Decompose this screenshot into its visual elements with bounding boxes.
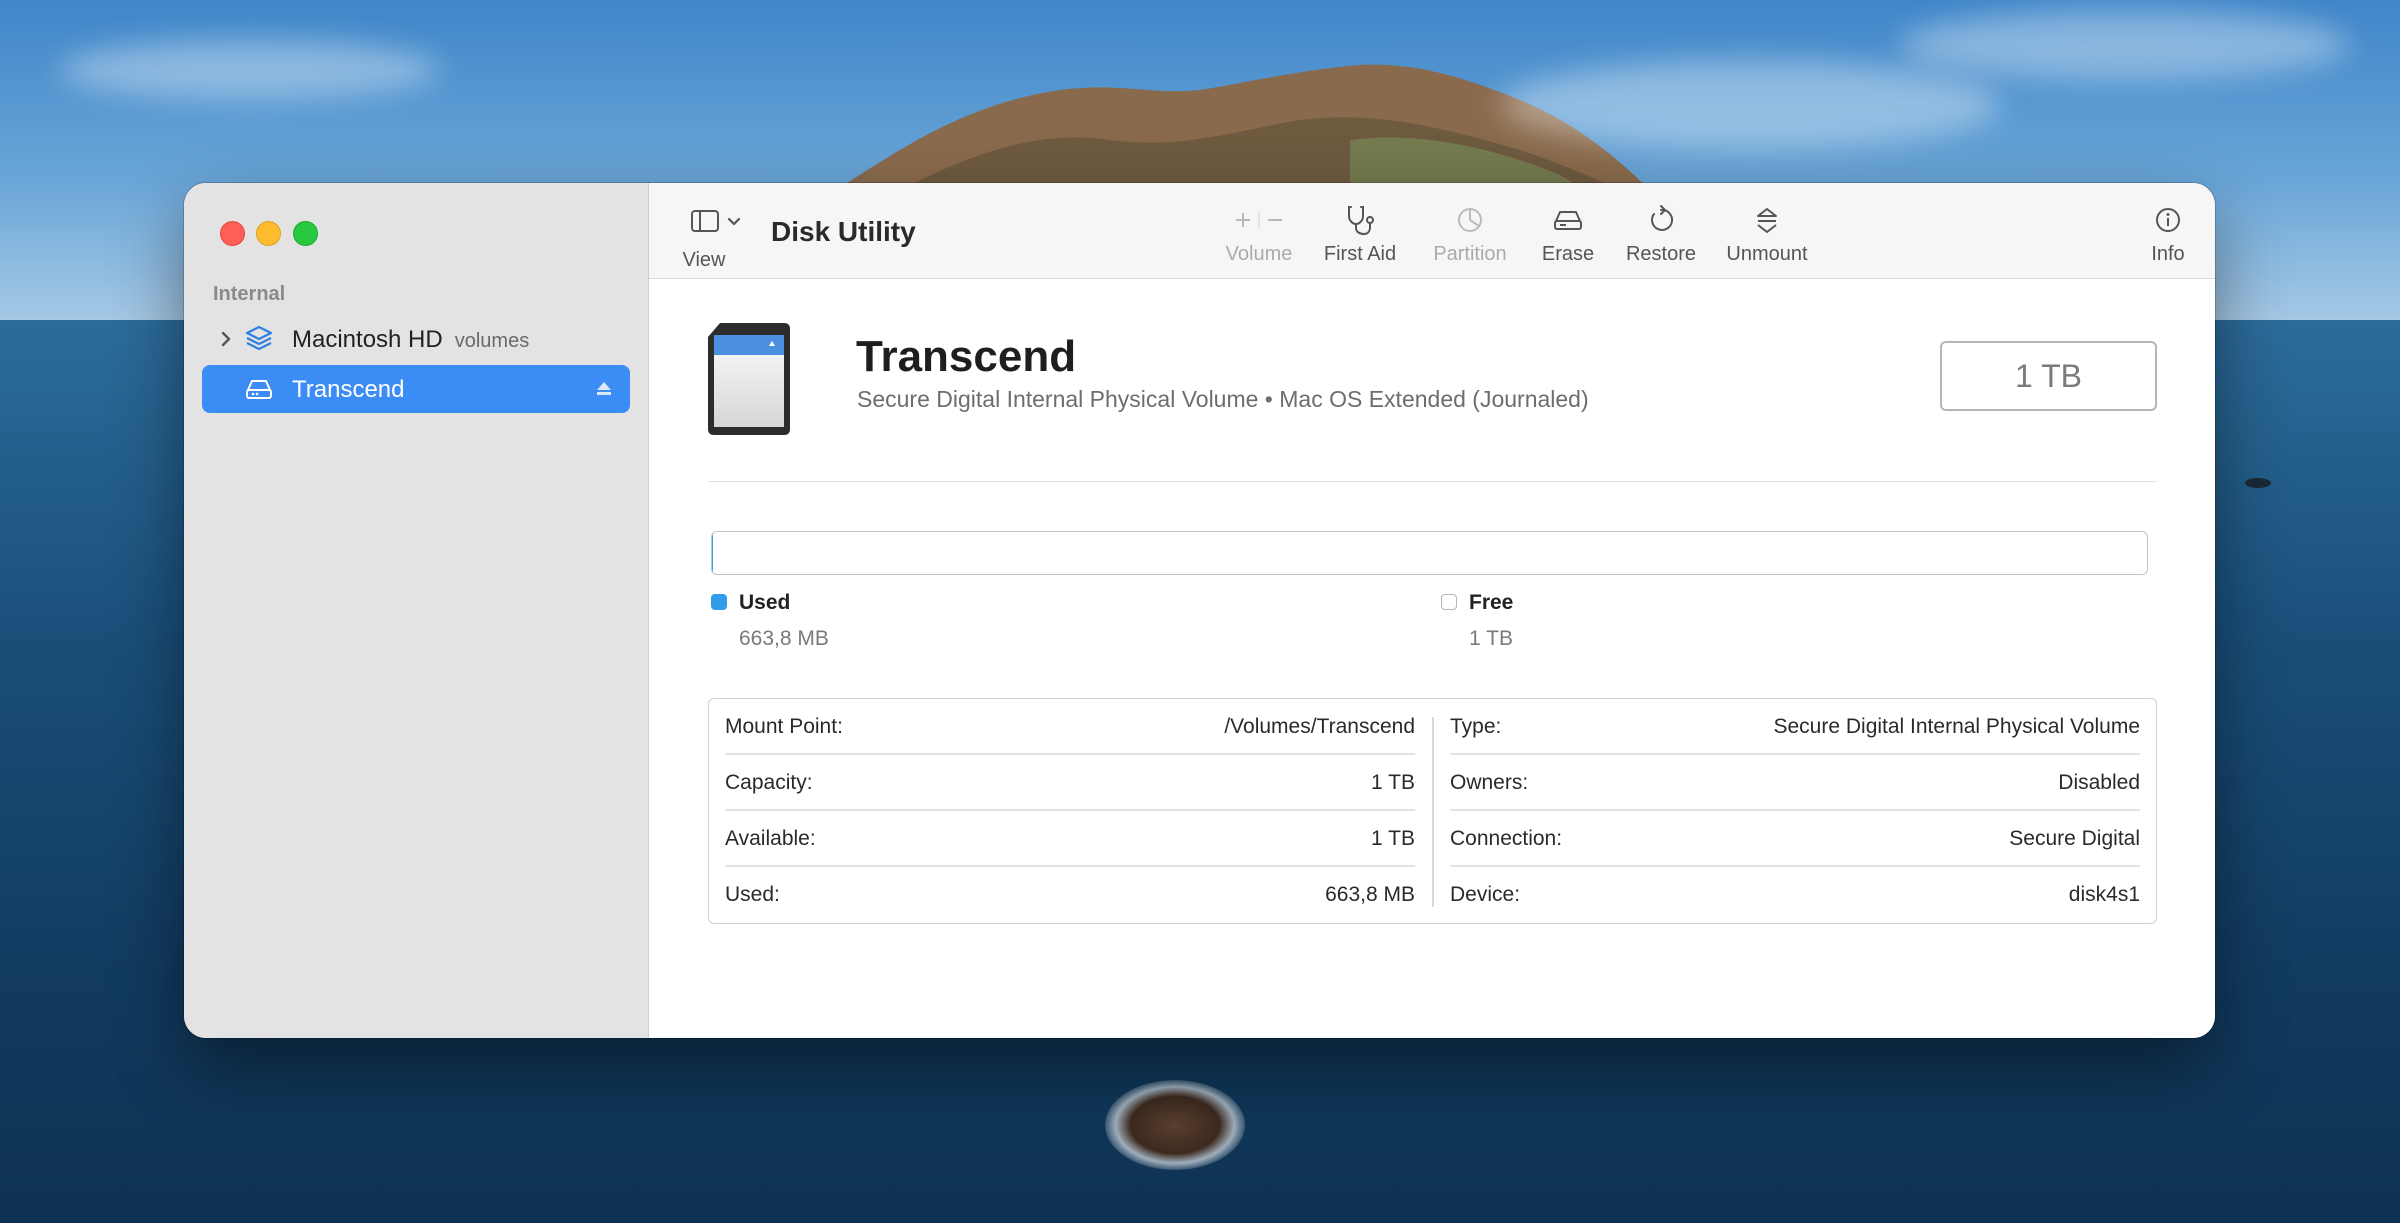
sidebar-item-macintosh-hd[interactable]: Macintosh HD volumes <box>202 315 630 363</box>
wallpaper-cloud <box>1500 60 2000 150</box>
unmount-button[interactable]: Unmount <box>1717 203 1817 269</box>
pie-chart-icon <box>1458 208 1482 232</box>
volume-name: Transcend <box>856 332 1077 381</box>
info-label: Info <box>2151 243 2185 265</box>
minimize-button[interactable] <box>256 221 281 246</box>
info-key: Used: <box>725 883 780 906</box>
info-table: Mount Point: /Volumes/Transcend Capacity… <box>708 698 2157 924</box>
disk-utility-window: Internal Macintosh HD volumes Transcend … <box>184 183 2215 1038</box>
info-column-left: Mount Point: /Volumes/Transcend Capacity… <box>725 699 1415 923</box>
unmount-label: Unmount <box>1726 243 1808 265</box>
info-value: Secure Digital <box>2009 827 2140 850</box>
erase-label: Erase <box>1541 243 1595 265</box>
sidebar-item-name: Macintosh HD <box>292 326 443 353</box>
info-key: Available: <box>725 827 816 850</box>
main-content: Transcend Secure Digital Internal Physic… <box>649 279 2215 1038</box>
view-label: View <box>682 249 726 271</box>
info-row-type: Type: Secure Digital Internal Physical V… <box>1450 699 2140 755</box>
erase-button[interactable]: Erase <box>1533 203 1603 269</box>
restore-icon <box>1651 205 1673 231</box>
info-key: Capacity: <box>725 771 813 794</box>
info-row-capacity: Capacity: 1 TB <box>725 755 1415 811</box>
volume-label: Volume <box>1225 243 1293 265</box>
info-column-right: Type: Secure Digital Internal Physical V… <box>1450 699 2140 923</box>
info-key: Owners: <box>1450 771 1529 794</box>
usage-bar-used-fill <box>712 532 713 574</box>
first-aid-label: First Aid <box>1323 243 1397 265</box>
info-column-separator <box>1432 717 1434 907</box>
info-value: 663,8 MB <box>1325 883 1415 906</box>
capacity-badge: 1 TB <box>1940 341 2157 411</box>
info-value: 1 TB <box>1371 827 1415 850</box>
volume-button[interactable]: Volume <box>1214 203 1304 269</box>
view-button[interactable]: View <box>669 207 741 277</box>
zoom-button[interactable] <box>293 221 318 246</box>
info-key: Type: <box>1450 715 1502 738</box>
info-row-owners: Owners: Disabled <box>1450 755 2140 811</box>
sidebar: Internal Macintosh HD volumes Transcend <box>184 183 649 1038</box>
sidebar-section-internal: Internal <box>213 283 286 305</box>
sidebar-item-label: Macintosh HD volumes <box>292 326 529 354</box>
volume-description: Secure Digital Internal Physical Volume … <box>857 386 1589 412</box>
layers-icon <box>244 324 274 354</box>
stethoscope-icon <box>1348 206 1374 236</box>
info-row-device: Device: disk4s1 <box>1450 867 2140 923</box>
info-icon <box>2156 208 2180 232</box>
partition-button[interactable]: Partition <box>1420 203 1520 269</box>
info-row-used: Used: 663,8 MB <box>725 867 1415 923</box>
info-value: Disabled <box>2058 771 2140 794</box>
chevron-right-icon[interactable] <box>216 327 236 351</box>
close-button[interactable] <box>220 221 245 246</box>
erase-icon <box>1554 211 1582 230</box>
free-label: Free <box>1469 591 1514 614</box>
info-value: Secure Digital Internal Physical Volume <box>1773 715 2140 738</box>
add-remove-icon <box>1236 211 1282 229</box>
sidebar-item-transcend[interactable]: Transcend <box>202 365 630 413</box>
free-value: 1 TB <box>1469 627 1513 650</box>
divider <box>708 481 2157 482</box>
info-value: disk4s1 <box>2068 883 2140 906</box>
info-row-available: Available: 1 TB <box>725 811 1415 867</box>
info-row-mount-point: Mount Point: /Volumes/Transcend <box>725 699 1415 755</box>
unmount-icon <box>1757 208 1777 233</box>
drive-icon <box>244 374 274 404</box>
wallpaper-island <box>1105 1080 1245 1170</box>
info-key: Mount Point: <box>725 715 843 738</box>
used-swatch <box>711 594 727 610</box>
toolbar: View Disk Utility Volume First Aid Parti… <box>649 183 2215 279</box>
window-title: Disk Utility <box>771 216 916 247</box>
info-value: 1 TB <box>1371 771 1415 794</box>
wallpaper-cloud <box>1900 10 2350 80</box>
info-row-connection: Connection: Secure Digital <box>1450 811 2140 867</box>
info-key: Device: <box>1450 883 1521 906</box>
sidebar-item-subtitle: volumes <box>454 330 530 352</box>
wallpaper-cloud <box>60 40 440 100</box>
restore-button[interactable]: Restore <box>1618 203 1704 269</box>
info-value: /Volumes/Transcend <box>1224 715 1415 738</box>
usage-bar <box>711 531 2148 575</box>
free-swatch <box>1441 594 1457 610</box>
restore-label: Restore <box>1625 243 1697 265</box>
info-button[interactable]: Info <box>2143 203 2193 269</box>
used-value: 663,8 MB <box>739 627 829 650</box>
used-label: Used <box>739 591 791 614</box>
partition-label: Partition <box>1433 243 1507 265</box>
sidebar-toggle-icon <box>691 210 741 232</box>
first-aid-button[interactable]: First Aid <box>1315 203 1405 269</box>
info-key: Connection: <box>1450 827 1563 850</box>
sd-card-icon <box>704 321 800 446</box>
wallpaper-rock <box>2245 478 2271 488</box>
eject-icon[interactable] <box>594 379 614 399</box>
sidebar-item-name: Transcend <box>292 376 405 403</box>
